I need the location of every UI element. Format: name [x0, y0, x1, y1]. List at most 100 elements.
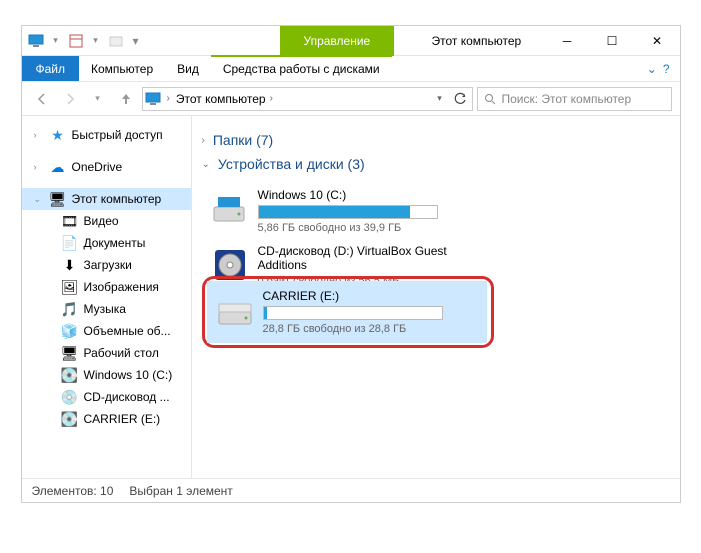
sidebar-item-label: Видео [84, 214, 119, 228]
sidebar-item-label: Этот компьютер [72, 192, 162, 206]
cd-icon: 💿 [62, 389, 78, 405]
cloud-icon: ☁ [50, 159, 66, 175]
minimize-button[interactable]: ─ [545, 26, 590, 56]
sidebar-item-downloads[interactable]: ⬇ Загрузки [22, 254, 191, 276]
window-title: Этот компьютер [432, 34, 522, 48]
drive-capacity-bar [258, 205, 438, 219]
search-icon [484, 93, 496, 105]
ribbon-expand-icon[interactable]: ⌄ ? [637, 56, 680, 81]
location-monitor-icon [145, 91, 161, 107]
sidebar-item-label: OneDrive [72, 160, 123, 174]
download-icon: ⬇ [62, 257, 78, 273]
dropdown-icon[interactable]: ▾ [432, 87, 448, 111]
navigation-bar: ▾ › Этот компьютер › ▾ Поиск: Этот компью… [22, 82, 680, 116]
drive-name-label: Windows 10 (C:) [258, 188, 472, 202]
sidebar-item-label: Объемные об... [84, 324, 171, 338]
main-pane: › Папки (7) ⌄ Устройства и диски (3) Win… [192, 116, 680, 478]
sidebar-item-label: Изображения [84, 280, 159, 294]
sidebar-item-videos[interactable]: 🎞 Видео [22, 210, 191, 232]
star-icon: ★ [50, 127, 66, 143]
sidebar-item-label: Загрузки [84, 258, 132, 272]
folders-group-header[interactable]: › Папки (7) [202, 132, 670, 148]
explorer-window: ▾ ▾ ▾ Управление Этот компьютер ─ ☐ ✕ Фа… [21, 25, 681, 503]
drives-group-header[interactable]: ⌄ Устройства и диски (3) [202, 156, 670, 172]
sidebar-item-label: Рабочий стол [84, 346, 159, 360]
drive-free-label: 28,8 ГБ свободно из 28,8 ГБ [263, 323, 477, 335]
chevron-down-icon[interactable]: ⌄ [34, 194, 42, 205]
menu-drive-tools[interactable]: Средства работы с дисками [211, 55, 392, 81]
group-title-label: Папки (7) [213, 132, 273, 148]
status-bar: Элементов: 10 Выбран 1 элемент [22, 478, 680, 502]
sidebar-item-cd[interactable]: 💿 CD-дисковод ... [22, 386, 191, 408]
menu-view[interactable]: Вид [165, 56, 211, 81]
status-selection: Выбран 1 элемент [129, 484, 232, 498]
drive-item-c[interactable]: Windows 10 (C:) 5,86 ГБ свободно из 39,9… [202, 180, 482, 242]
chevron-right-icon[interactable]: › [202, 135, 205, 146]
new-folder-icon[interactable] [108, 33, 124, 49]
highlight-annotation: CARRIER (E:) 28,8 ГБ свободно из 28,8 ГБ [202, 276, 494, 348]
ribbon-context-tab[interactable]: Управление [280, 26, 395, 56]
qat-dropdown-icon[interactable]: ▾ [48, 33, 64, 49]
sidebar-item-label: Документы [84, 236, 146, 250]
sidebar-item-label: Музыка [84, 302, 126, 316]
drive-icon: 💽 [62, 367, 78, 383]
sidebar-item-label: Windows 10 (C:) [84, 368, 173, 382]
sidebar-item-desktop[interactable]: 🖥 Рабочий стол [22, 342, 191, 364]
menubar: Файл Компьютер Вид Средства работы с дис… [22, 56, 680, 82]
sidebar-quick-access[interactable]: › ★ Быстрый доступ [22, 124, 191, 146]
chevron-right-icon[interactable]: › [34, 162, 37, 172]
navigation-pane: › ★ Быстрый доступ › ☁ OneDrive ⌄ 🖥 Этот компь… [22, 116, 192, 478]
close-button[interactable]: ✕ [635, 26, 680, 56]
drive-icon [217, 294, 253, 330]
sidebar-onedrive[interactable]: › ☁ OneDrive [22, 156, 191, 178]
properties-icon[interactable] [68, 33, 84, 49]
chevron-down-icon[interactable]: ⌄ [202, 159, 210, 170]
drive-name-label: CARRIER (E:) [263, 289, 477, 303]
drive-name-label: CD-дисковод (D:) VirtualBox Guest Additi… [258, 244, 472, 272]
back-button[interactable] [30, 87, 54, 111]
up-button[interactable] [114, 87, 138, 111]
breadcrumb-segment[interactable]: Этот компьютер › [176, 92, 273, 106]
sidebar-item-documents[interactable]: 📄 Документы [22, 232, 191, 254]
video-icon: 🎞 [62, 213, 78, 229]
refresh-icon[interactable] [450, 87, 470, 111]
sidebar-item-drive-c[interactable]: 💽 Windows 10 (C:) [22, 364, 191, 386]
drive-free-label: 5,86 ГБ свободно из 39,9 ГБ [258, 222, 472, 234]
content-area: › ★ Быстрый доступ › ☁ OneDrive ⌄ 🖥 Этот компь… [22, 116, 680, 478]
drive-item-e[interactable]: CARRIER (E:) 28,8 ГБ свободно из 28,8 ГБ [207, 281, 487, 343]
desktop-icon: 🖥 [62, 345, 78, 361]
quick-access-toolbar: ▾ ▾ ▾ [22, 33, 150, 49]
drive-icon [212, 193, 248, 229]
search-placeholder: Поиск: Этот компьютер [502, 92, 632, 106]
group-title-label: Устройства и диски (3) [218, 156, 365, 172]
breadcrumb-label: Этот компьютер [176, 92, 266, 106]
monitor-icon: 🖥 [50, 191, 66, 207]
sidebar-this-pc[interactable]: ⌄ 🖥 Этот компьютер [22, 188, 191, 210]
sidebar-item-label: Быстрый доступ [72, 128, 163, 142]
chevron-right-icon[interactable]: › [270, 93, 273, 104]
sidebar-item-label: CD-дисковод ... [84, 390, 170, 404]
sidebar-item-pictures[interactable]: 🖼Изображения [22, 276, 191, 298]
sidebar-item-3d[interactable]: 🧊 Объемные об... [22, 320, 191, 342]
sidebar-item-label: CARRIER (E:) [84, 412, 161, 426]
forward-button[interactable] [58, 87, 82, 111]
sidebar-item-drive-e[interactable]: 💽 CARRIER (E:) [22, 408, 191, 430]
address-bar[interactable]: › Этот компьютер › ▾ [142, 87, 473, 111]
chevron-right-icon[interactable]: › [167, 93, 170, 104]
status-item-count: Элементов: 10 [32, 484, 114, 498]
drive-icon: 💽 [62, 411, 78, 427]
recent-dropdown-icon[interactable]: ▾ [86, 87, 110, 111]
cube-icon: 🧊 [62, 323, 78, 339]
document-icon: 📄 [62, 235, 78, 251]
chevron-right-icon[interactable]: › [34, 130, 37, 140]
sidebar-item-music[interactable]: 🎵 Музыка [22, 298, 191, 320]
menu-file[interactable]: Файл [22, 56, 80, 81]
search-input[interactable]: Поиск: Этот компьютер [477, 87, 672, 111]
music-icon: 🎵 [62, 301, 78, 317]
menu-computer[interactable]: Компьютер [79, 56, 165, 81]
qat-dropdown2-icon[interactable]: ▾ [88, 33, 104, 49]
titlebar: ▾ ▾ ▾ Управление Этот компьютер ─ ☐ ✕ [22, 26, 680, 56]
maximize-button[interactable]: ☐ [590, 26, 635, 56]
monitor-icon [28, 33, 44, 49]
qat-dropdown3-icon[interactable]: ▾ [128, 33, 144, 49]
